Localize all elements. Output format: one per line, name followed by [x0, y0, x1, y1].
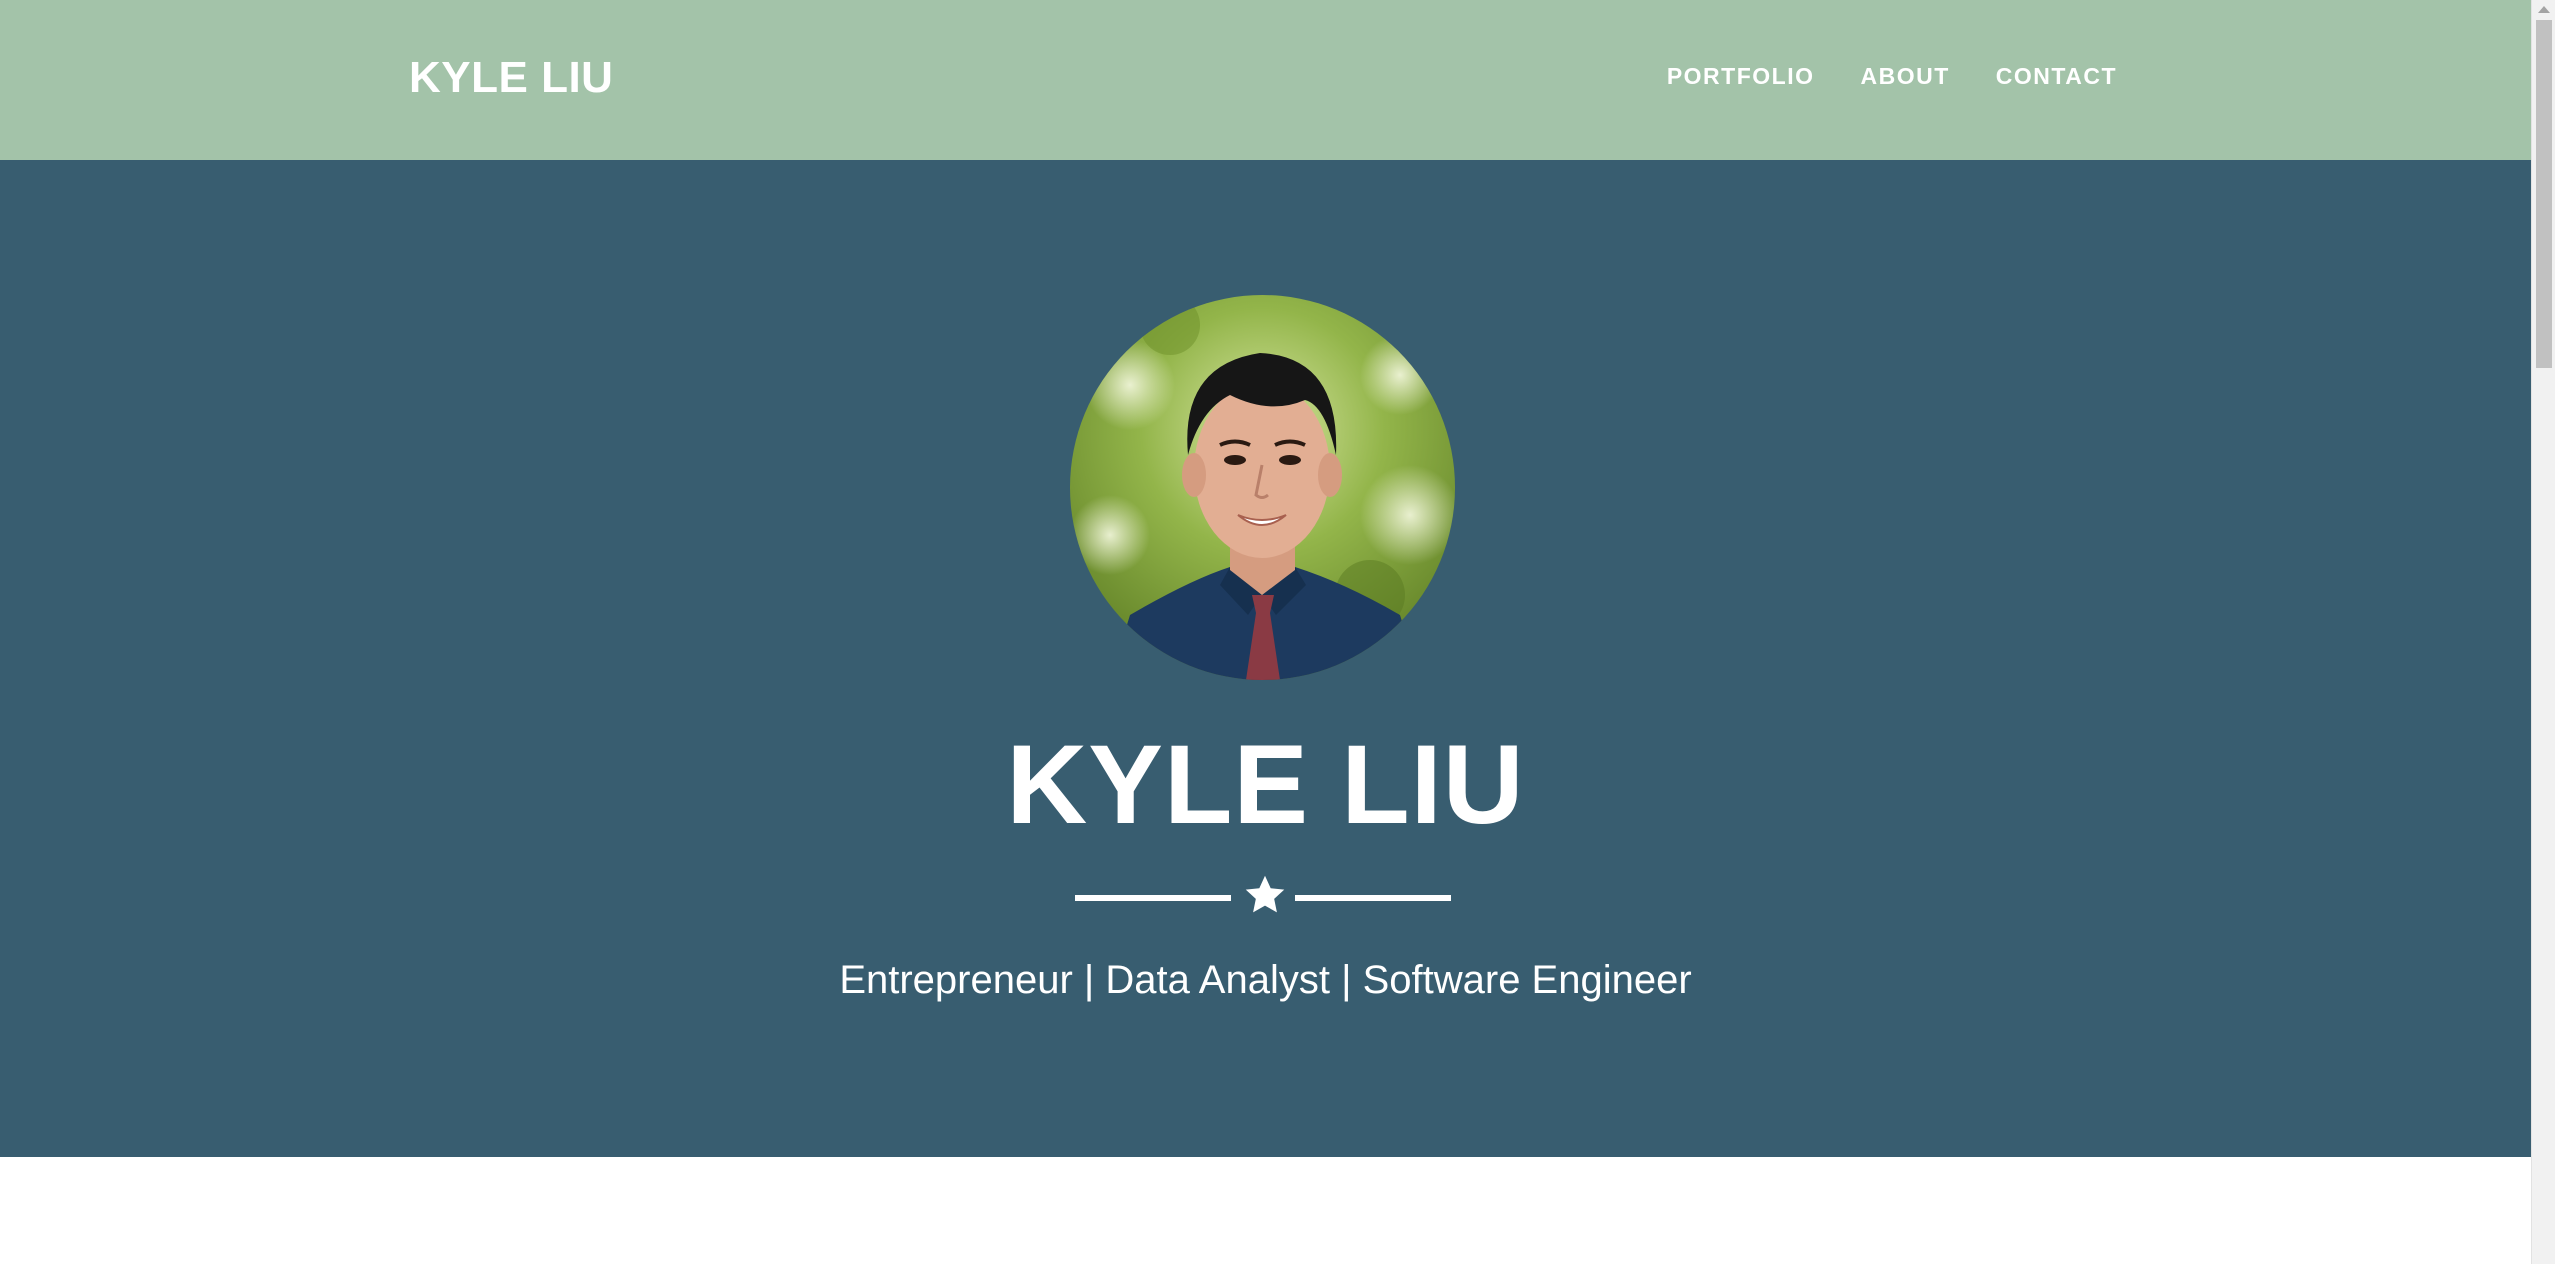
page-content: KYLE LIU PORTFOLIO ABOUT CONTACT KYLE LI… [0, 0, 2531, 1264]
hero-title: KYLE LIU [1006, 722, 1525, 847]
brand-link[interactable]: KYLE LIU [409, 50, 613, 106]
nav-links: PORTFOLIO ABOUT CONTACT [1667, 60, 2117, 92]
hero-tagline: Entrepreneur | Data Analyst | Software E… [839, 958, 1692, 1002]
profile-photo [1070, 295, 1455, 680]
hero-section: KYLE LIU Entrepreneur | Data Analyst | S… [0, 160, 2531, 1157]
nav-link-about[interactable]: ABOUT [1860, 60, 1949, 92]
star-divider [1075, 873, 1451, 921]
nav-link-contact[interactable]: CONTACT [1996, 60, 2117, 92]
navbar: KYLE LIU PORTFOLIO ABOUT CONTACT [0, 0, 2531, 160]
nav-link-portfolio[interactable]: PORTFOLIO [1667, 60, 1815, 92]
star-icon [1245, 875, 1285, 913]
scroll-up-arrow-icon[interactable] [2538, 6, 2550, 13]
scrollbar-thumb[interactable] [2536, 20, 2552, 368]
vertical-scrollbar[interactable] [2531, 0, 2555, 1264]
divider-line-left [1075, 895, 1231, 901]
page: KYLE LIU PORTFOLIO ABOUT CONTACT KYLE LI… [0, 0, 2555, 1264]
divider-line-right [1295, 895, 1451, 901]
